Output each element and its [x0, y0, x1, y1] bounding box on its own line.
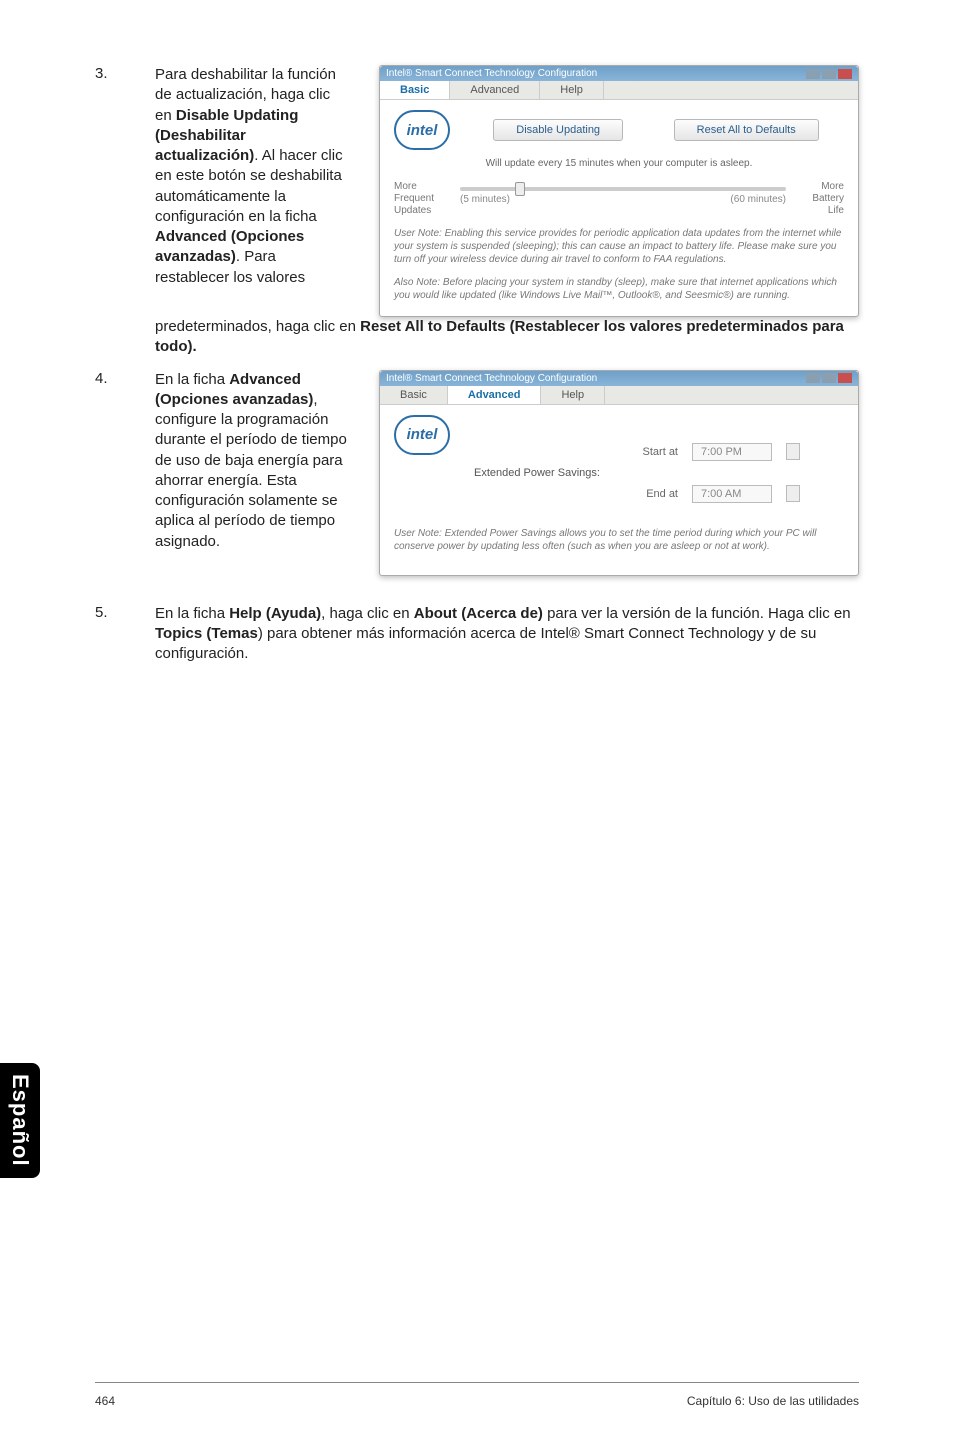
step4-text: En la ficha Advanced (Opciones avanzadas… [155, 370, 350, 576]
chapter-label: Capítulo 6: Uso de las utilidades [687, 1394, 859, 1408]
extended-power-savings-label: Extended Power Savings: [474, 467, 844, 479]
slider-min-label: (5 minutes) [460, 194, 510, 205]
end-at-input[interactable]: 7:00 AM [692, 485, 772, 503]
step3-text: Para deshabilitar la función de actualiz… [155, 65, 350, 317]
page-number: 464 [95, 1394, 115, 1408]
disable-updating-button[interactable]: Disable Updating [493, 119, 623, 141]
end-at-label: End at [628, 488, 678, 500]
step3-continued: predeterminados, haga clic en Reset All … [155, 317, 859, 358]
start-at-input[interactable]: 7:00 PM [692, 443, 772, 461]
tab-advanced[interactable]: Advanced [450, 81, 540, 99]
screenshot-basic: Intel® Smart Connect Technology Configur… [379, 65, 859, 317]
start-at-label: Start at [628, 446, 678, 458]
update-interval-slider[interactable] [460, 187, 786, 191]
step3-number: 3. [95, 65, 155, 317]
user-note-advanced: User Note: Extended Power Savings allows… [394, 527, 844, 553]
slider-max-label: (60 minutes) [730, 194, 786, 205]
tab-basic[interactable]: Basic [380, 81, 450, 99]
step5-text: En la ficha Help (Ayuda), haga clic en A… [155, 604, 859, 665]
window-title: Intel® Smart Connect Technology Configur… [386, 373, 597, 384]
start-at-stepper[interactable] [786, 443, 800, 460]
window-controls [806, 373, 852, 383]
slider-left-label: More Frequent Updates [394, 181, 452, 217]
user-note-1: User Note: Enabling this service provide… [394, 227, 844, 266]
tab-help[interactable]: Help [541, 386, 605, 404]
tab-advanced[interactable]: Advanced [448, 386, 542, 404]
intel-logo: intel [394, 415, 450, 455]
end-at-stepper[interactable] [786, 485, 800, 502]
slider-right-label: More Battery Life [794, 181, 844, 217]
user-note-2: Also Note: Before placing your system in… [394, 276, 844, 302]
window-controls [806, 69, 852, 79]
tab-help[interactable]: Help [540, 81, 604, 99]
slider-thumb[interactable] [515, 182, 525, 196]
language-tab-espanol: Español [0, 1063, 40, 1178]
reset-defaults-button[interactable]: Reset All to Defaults [674, 119, 819, 141]
step4-number: 4. [95, 370, 155, 576]
window-title: Intel® Smart Connect Technology Configur… [386, 68, 597, 79]
update-interval-label: Will update every 15 minutes when your c… [394, 158, 844, 169]
tab-basic[interactable]: Basic [380, 386, 448, 404]
step5-number: 5. [95, 604, 155, 665]
footer-divider [95, 1382, 859, 1383]
intel-logo: intel [394, 110, 450, 150]
screenshot-advanced: Intel® Smart Connect Technology Configur… [379, 370, 859, 576]
